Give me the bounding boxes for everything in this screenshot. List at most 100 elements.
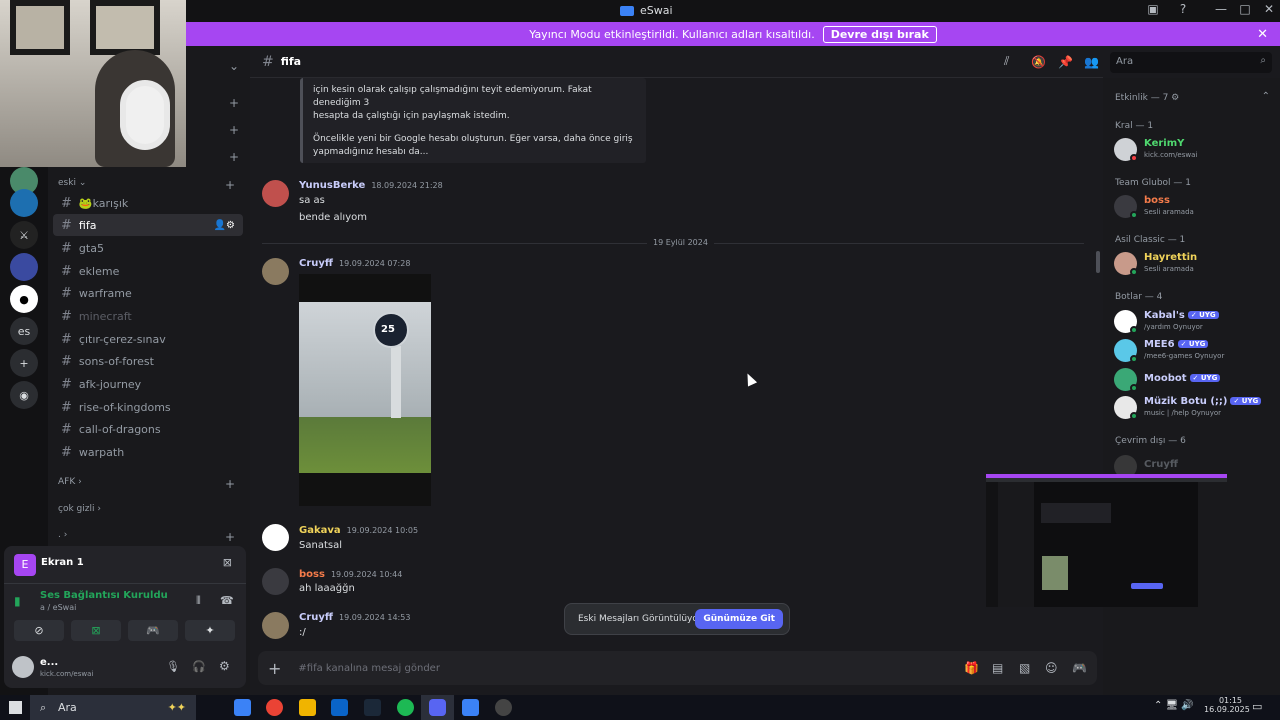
steam-icon[interactable] <box>364 699 381 716</box>
microphone-icon[interactable]: 🎙 <box>166 660 180 673</box>
maximize-button[interactable]: □ <box>1235 2 1255 20</box>
explore-icon[interactable]: ◉ <box>10 381 38 409</box>
message-composer[interactable]: + #fifa kanalına mesaj gönder 🎁 ▤ ▧ ☺ 🎮 <box>258 651 1097 685</box>
tray-icons[interactable]: ⌃ 🖥 🔊 <box>1154 700 1194 711</box>
add-server-icon[interactable]: + <box>10 349 38 377</box>
member-item[interactable]: KerimY kick.com/eswai <box>1114 138 1279 164</box>
app-icon[interactable] <box>234 699 251 716</box>
clock[interactable]: 01:15 16.09.2025 <box>1204 696 1250 714</box>
headphones-icon[interactable]: 🎧 <box>192 660 206 673</box>
channel-warframe[interactable]: # warframe <box>53 282 243 304</box>
member-item[interactable]: MEE6 ✓ UYG /mee6-games Oynuyor <box>1114 339 1279 365</box>
add-channel-icon[interactable]: + <box>225 178 235 192</box>
disconnect-icon[interactable]: ☎ <box>220 594 234 607</box>
add-channel-icon[interactable]: + <box>229 150 239 164</box>
add-channel-icon[interactable]: + <box>225 477 235 491</box>
member-list-icon[interactable]: 👥 <box>1084 55 1099 69</box>
activity-button[interactable]: 🎮 <box>128 620 178 641</box>
channel-sons-of-forest[interactable]: # sons-of-forest <box>53 350 243 372</box>
channel-call-of-dragons[interactable]: # call-of-dragons <box>53 418 243 440</box>
gift-icon[interactable]: 🎁 <box>964 661 979 675</box>
add-channel-icon[interactable]: + <box>229 96 239 110</box>
channel-warpath[interactable]: # warpath <box>53 441 243 463</box>
member-item[interactable]: Müzik Botu (;;) ✓ UYG music | /help Oynuy… <box>1114 396 1279 422</box>
camera-off-button[interactable]: ⊘ <box>14 620 64 641</box>
pin-icon[interactable]: 📌 <box>1058 55 1073 69</box>
server-eswai-icon[interactable] <box>10 189 38 217</box>
message-author[interactable]: Cruyff 19.09.2024 07:28 <box>299 258 410 269</box>
add-attachment-icon[interactable]: + <box>268 659 281 678</box>
windows-start-icon[interactable] <box>9 701 22 714</box>
message-author[interactable]: Gakava 19.09.2024 10:05 <box>299 525 418 536</box>
channel-fifa[interactable]: # fifa 👤⚙ <box>53 214 243 236</box>
member-item[interactable]: Moobot ✓ UYG <box>1114 368 1279 394</box>
message-author[interactable]: YunusBerke 18.09.2024 21:28 <box>299 180 443 191</box>
scrollbar[interactable] <box>1096 251 1100 273</box>
close-icon[interactable]: ✕ <box>1257 27 1268 42</box>
channel-gta5[interactable]: # gta5 <box>53 237 243 259</box>
avatar[interactable] <box>262 258 289 285</box>
message-author[interactable]: boss 19.09.2024 10:44 <box>299 569 402 580</box>
spotify-icon[interactable] <box>397 699 414 716</box>
emoji-icon[interactable]: ☺ <box>1045 661 1058 675</box>
category-eski[interactable]: eski ⌄ + <box>58 178 243 192</box>
category-afk[interactable]: AFK › + <box>58 477 243 491</box>
close-window-button[interactable]: ✕ <box>1259 2 1279 20</box>
channel-karisik[interactable]: # 🐸 karışık <box>53 192 243 214</box>
close-screen-icon[interactable]: ⊠ <box>223 556 232 569</box>
activity-icon[interactable]: 🎮 <box>1072 661 1087 675</box>
outlook-icon[interactable] <box>331 699 348 716</box>
channel-rise-of-kingdoms[interactable]: # rise-of-kingdoms <box>53 396 243 418</box>
chrome-icon[interactable] <box>266 699 283 716</box>
server-icon[interactable]: ⚔ <box>10 221 38 249</box>
taskbar-search[interactable]: ⌕ Ara ✦✦ <box>30 695 196 720</box>
member-item[interactable]: boss Sesli aramada <box>1114 195 1279 221</box>
settings-gear-icon[interactable]: 👤⚙ <box>214 220 235 231</box>
voice-status[interactable]: Ses Bağlantısı Kuruldu <box>40 590 168 601</box>
help-icon[interactable]: ? <box>1173 2 1193 20</box>
jump-to-present-button[interactable]: Günümüze Git <box>695 609 783 629</box>
noise-suppression-icon[interactable]: ⦀ <box>196 594 201 608</box>
mute-bell-icon[interactable]: 🔕 <box>1031 55 1046 69</box>
screen-share-preview[interactable] <box>986 474 1227 607</box>
notifications-icon[interactable]: ▭ <box>1252 700 1262 713</box>
gif-icon[interactable]: ▤ <box>992 661 1003 675</box>
search-input[interactable]: Ara ⌕ <box>1110 52 1272 73</box>
avatar[interactable] <box>262 524 289 551</box>
channel-minecraft[interactable]: # minecraft <box>53 305 243 327</box>
chevron-up-icon[interactable]: ⌃ <box>1262 91 1270 102</box>
category-collapsed[interactable]: . › + <box>58 530 243 544</box>
minimize-button[interactable]: — <box>1211 2 1231 20</box>
avatar[interactable] <box>262 180 289 207</box>
add-channel-icon[interactable]: + <box>225 530 235 544</box>
member-item[interactable]: Hayrettin Sesli aramada <box>1114 252 1279 278</box>
add-channel-icon[interactable]: + <box>229 123 239 137</box>
threads-icon[interactable]: ⫽ <box>1004 54 1009 69</box>
discord-taskbar-button[interactable] <box>421 695 454 720</box>
member-item[interactable]: Kabal's ✓ UYG /yardım Oynuyor <box>1114 310 1279 336</box>
activity-header[interactable]: Etkinlik — 7 ⚙ <box>1115 93 1179 103</box>
disable-streamer-button[interactable]: Devre dışı bırak <box>822 25 937 43</box>
server-icon[interactable] <box>10 253 38 281</box>
screen-share-button[interactable]: ⊠ <box>71 620 121 641</box>
avatar[interactable] <box>262 612 289 639</box>
obs-icon[interactable] <box>495 699 512 716</box>
channel-citir-cerez[interactable]: # çıtır-çerez-sınav <box>53 328 243 350</box>
file-explorer-icon[interactable] <box>299 699 316 716</box>
category-cok-gizli[interactable]: çok gizli › <box>58 504 243 514</box>
avatar[interactable] <box>262 568 289 595</box>
user-settings-icon[interactable]: ⚙ <box>219 659 230 673</box>
soundboard-button[interactable]: ✦ <box>185 620 235 641</box>
message-input[interactable]: #fifa kanalına mesaj gönder <box>298 663 440 674</box>
server-es[interactable]: es <box>10 317 38 345</box>
chevron-down-icon[interactable]: ⌄ <box>229 59 239 73</box>
server-icon[interactable]: ● <box>10 285 38 313</box>
message-author[interactable]: Cruyff 19.09.2024 14:53 <box>299 612 410 623</box>
attached-image[interactable]: 25 <box>299 274 431 506</box>
channel-afk-journey[interactable]: # afk-journey <box>53 373 243 395</box>
channel-ekleme[interactable]: # ekleme <box>53 260 243 282</box>
sticker-icon[interactable]: ▧ <box>1019 661 1030 675</box>
app-icon[interactable] <box>462 699 479 716</box>
avatar[interactable] <box>12 656 34 678</box>
inbox-icon[interactable]: ▣ <box>1143 2 1163 20</box>
